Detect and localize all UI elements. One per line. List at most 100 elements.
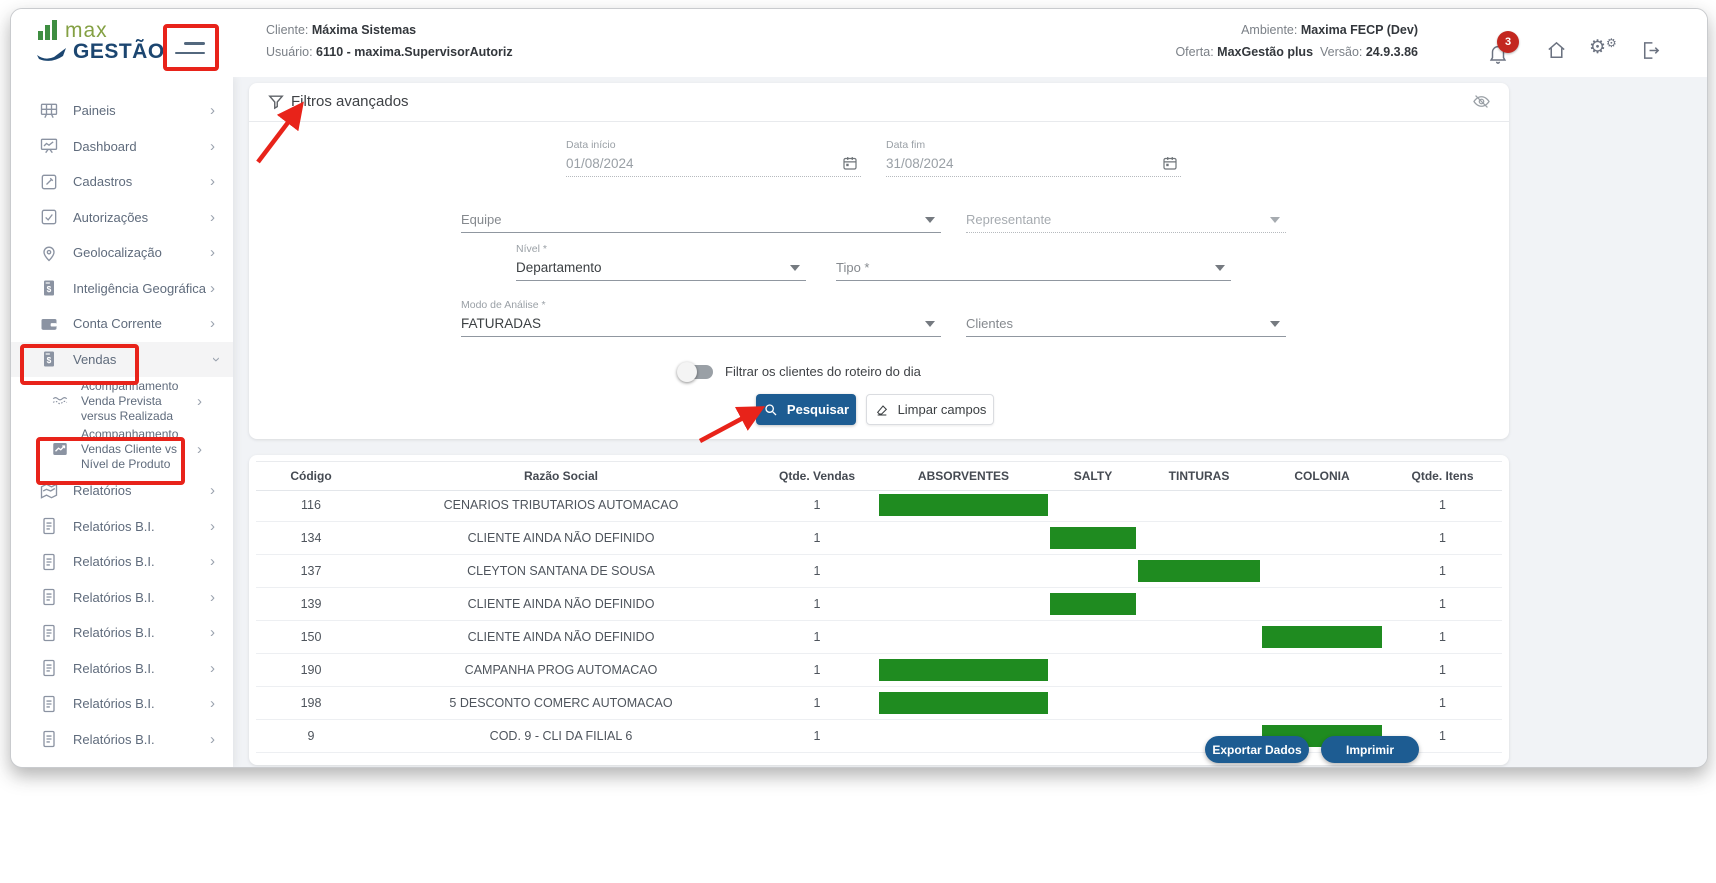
sidebar-item-relatorios-bi-6[interactable]: Relatórios B.I. › xyxy=(11,686,233,722)
date-end-field[interactable]: Data fim 31/08/2024 xyxy=(886,139,1181,177)
chevron-right-icon: › xyxy=(210,731,233,748)
sidebar-item-vendas[interactable]: Vendas › xyxy=(11,342,233,378)
sidebar-item-cadastros[interactable]: Cadastros › xyxy=(11,164,233,200)
sidebar-item-geolocalizacao[interactable]: Geolocalização › xyxy=(11,235,233,271)
column-header-qtde-vendas: Qtde. Vendas xyxy=(756,469,878,483)
notifications-button[interactable]: 3 xyxy=(1487,35,1529,71)
chevron-right-icon: › xyxy=(210,518,233,535)
sidebar-item-relatorios-bi-7[interactable]: Relatórios B.I. › xyxy=(11,722,233,758)
sidebar-item-dashboard[interactable]: Dashboard › xyxy=(11,129,233,165)
hide-filters-button[interactable] xyxy=(1472,92,1491,114)
chevron-right-icon: › xyxy=(210,695,233,712)
sales-document-icon xyxy=(39,349,59,369)
calendar-icon[interactable] xyxy=(841,154,859,172)
representative-select[interactable]: Representante xyxy=(966,201,1286,233)
document-icon xyxy=(39,516,59,536)
chevron-right-icon: › xyxy=(210,280,233,297)
map-pin-icon xyxy=(39,243,59,263)
chevron-right-icon: › xyxy=(210,589,233,606)
logo-text-gestao: GESTÃO xyxy=(73,41,165,62)
date-start-field[interactable]: Data início 01/08/2024 xyxy=(566,139,861,177)
type-select[interactable]: Tipo * xyxy=(836,249,1231,281)
table-row[interactable]: 150 CLIENTE AINDA NÃO DEFINIDO 1 1 xyxy=(256,621,1502,654)
report-map-icon xyxy=(39,481,59,501)
search-button[interactable]: Pesquisar xyxy=(756,394,856,425)
sidebar-subitem-vendas-cliente-vs-nivel-produto[interactable]: Acompanhamento Vendas Cliente vs Nível d… xyxy=(11,425,233,473)
version-value: 24.9.3.86 xyxy=(1366,45,1418,59)
sidebar-item-conta-corrente[interactable]: Conta Corrente › xyxy=(11,306,233,342)
chevron-right-icon: › xyxy=(197,441,220,458)
sidebar-subitem-venda-prevista-vs-realizada[interactable]: Acompanhamento Venda Prevista versus Rea… xyxy=(11,377,233,425)
dropdown-arrow-icon xyxy=(1215,265,1225,271)
table-row[interactable]: 134 CLIENTE AINDA NÃO DEFINIDO 1 1 xyxy=(256,522,1502,555)
hamburger-menu-button[interactable] xyxy=(169,35,209,61)
waves-chart-icon xyxy=(51,392,69,410)
sidebar-item-relatorios-bi-4[interactable]: Relatórios B.I. › xyxy=(11,615,233,651)
chevron-right-icon: › xyxy=(210,315,233,332)
user-label: Usuário: xyxy=(266,45,313,59)
chevron-right-icon: › xyxy=(210,138,233,155)
analysis-mode-select[interactable]: Modo de Análise * FATURADAS xyxy=(461,299,941,337)
sales-bar xyxy=(1050,593,1136,615)
app-logo: max GESTÃO xyxy=(37,19,165,62)
checkbox-icon xyxy=(39,207,59,227)
chevron-right-icon: › xyxy=(210,102,233,119)
sidebar-item-paineis[interactable]: Paineis › xyxy=(11,93,233,129)
table-row[interactable]: 9 COD. 9 - CLI DA FILIAL 6 1 1 xyxy=(256,720,1502,753)
sidebar-item-relatorios[interactable]: Relatórios › xyxy=(11,473,233,509)
column-header-qtde-itens: Qtde. Itens xyxy=(1383,469,1502,483)
line-chart-icon xyxy=(51,440,69,458)
sidebar-item-relatorios-bi-5[interactable]: Relatórios B.I. › xyxy=(11,651,233,687)
logo-bars-icon xyxy=(37,19,59,41)
sidebar-item-relatorios-bi-1[interactable]: Relatórios B.I. › xyxy=(11,509,233,545)
table-row[interactable]: 198 5 DESCONTO COMERC AUTOMACAO 1 1 xyxy=(256,687,1502,720)
divider xyxy=(249,121,1509,122)
home-icon xyxy=(1545,39,1568,62)
chevron-right-icon: › xyxy=(210,173,233,190)
filters-title: Filtros avançados xyxy=(291,93,409,110)
wallet-icon xyxy=(39,314,59,334)
client-label: Cliente: xyxy=(266,23,308,37)
home-button[interactable] xyxy=(1545,39,1568,65)
export-data-button[interactable]: Exportar Dados xyxy=(1205,736,1309,763)
dropdown-arrow-icon xyxy=(790,265,800,271)
clear-fields-button[interactable]: Limpar campos xyxy=(866,394,994,425)
sidebar-item-inteligencia-geografica[interactable]: Inteligência Geográfica › xyxy=(11,271,233,307)
sales-bar xyxy=(1050,527,1136,549)
advanced-filters-panel: Filtros avançados Data início 01/08/2024… xyxy=(249,83,1509,439)
team-select[interactable]: Equipe xyxy=(461,201,941,233)
logout-button[interactable] xyxy=(1639,39,1662,65)
chevron-right-icon: › xyxy=(210,553,233,570)
main-content: Filtros avançados Data início 01/08/2024… xyxy=(233,77,1707,767)
clients-select[interactable]: Clientes xyxy=(966,305,1286,337)
column-header-tinturas: TINTURAS xyxy=(1137,469,1261,483)
print-button[interactable]: Imprimir xyxy=(1321,736,1419,763)
table-row[interactable]: 137 CLEYTON SANTANA DE SOUSA 1 1 xyxy=(256,555,1502,588)
sidebar-item-relatorios-bi-2[interactable]: Relatórios B.I. › xyxy=(11,544,233,580)
app-window: max GESTÃO Cliente: Máxima Sistemas Usuá… xyxy=(10,8,1708,768)
chevron-down-icon: › xyxy=(208,357,225,362)
calendar-icon[interactable] xyxy=(1161,154,1179,172)
version-label: Versão: xyxy=(1320,45,1362,59)
route-clients-toggle[interactable] xyxy=(679,365,713,379)
document-dollar-icon xyxy=(39,278,59,298)
level-select[interactable]: Nível * Departamento xyxy=(516,243,806,281)
sidebar-item-autorizacoes[interactable]: Autorizações › xyxy=(11,200,233,236)
chevron-right-icon: › xyxy=(210,624,233,641)
column-header-colonia: COLONIA xyxy=(1261,469,1383,483)
results-table-panel: Código Razão Social Qtde. Vendas ABSORVE… xyxy=(249,455,1509,765)
document-icon xyxy=(39,694,59,714)
dashboard-icon xyxy=(39,136,59,156)
document-icon xyxy=(39,658,59,678)
table-row[interactable]: 190 CAMPANHA PROG AUTOMACAO 1 1 xyxy=(256,654,1502,687)
environment-label: Ambiente: xyxy=(1241,23,1297,37)
chevron-right-icon: › xyxy=(210,482,233,499)
dropdown-arrow-icon xyxy=(1270,217,1280,223)
client-info: Cliente: Máxima Sistemas Usuário: 6110 -… xyxy=(266,23,513,67)
logo-hand-icon xyxy=(37,46,67,62)
table-row[interactable]: 139 CLIENTE AINDA NÃO DEFINIDO 1 1 xyxy=(256,588,1502,621)
sidebar-item-relatorios-bi-3[interactable]: Relatórios B.I. › xyxy=(11,580,233,616)
column-header-codigo: Código xyxy=(256,469,366,483)
table-row[interactable]: 116 CENARIOS TRIBUTARIOS AUTOMACAO 1 1 xyxy=(256,489,1502,522)
settings-button[interactable]: ⚙⚙ xyxy=(1589,36,1617,59)
